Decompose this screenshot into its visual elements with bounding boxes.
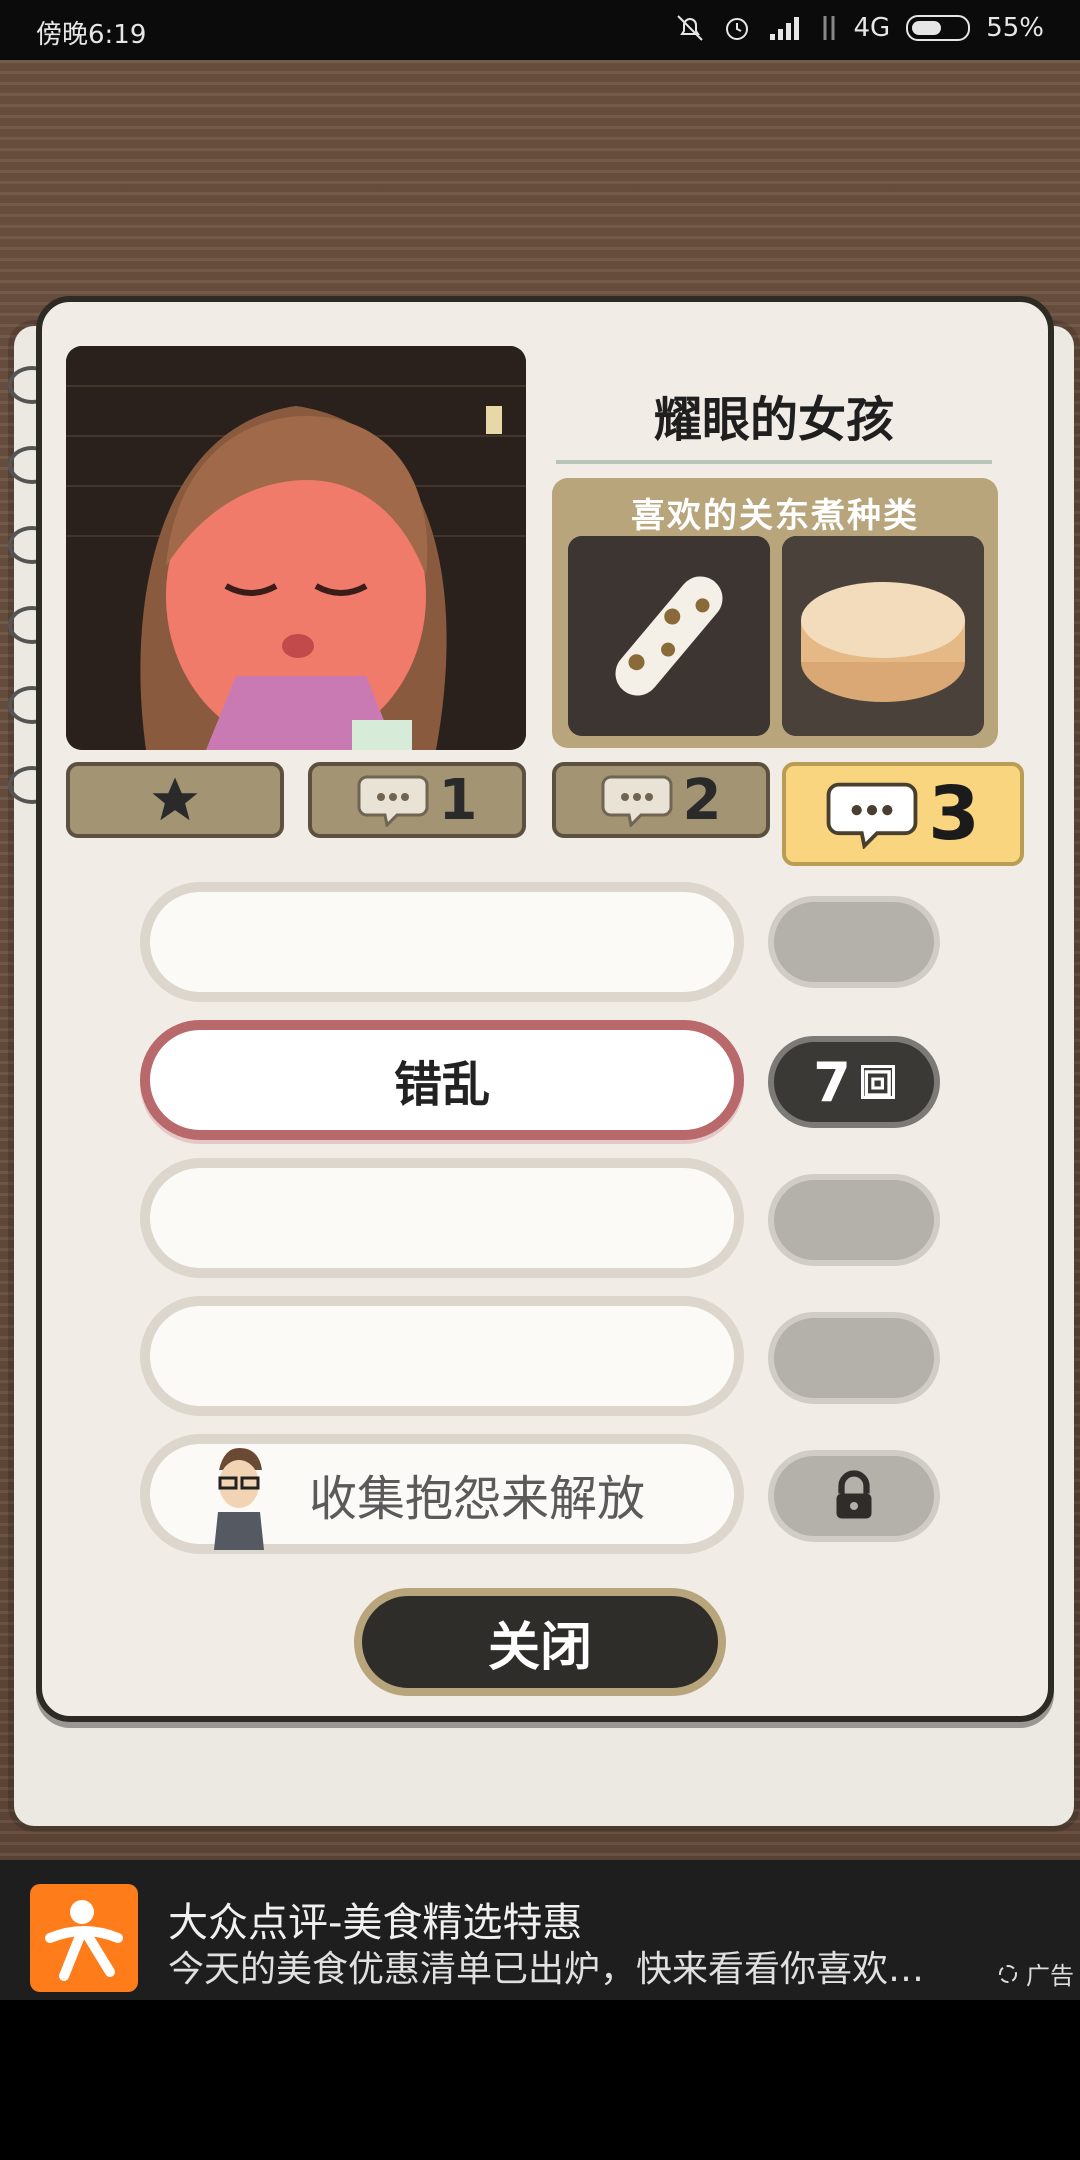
complaint-label bbox=[150, 892, 734, 992]
signal-icon bbox=[769, 17, 799, 40]
character-name: 耀眼的女孩 bbox=[653, 392, 894, 448]
speech-bubble-icon bbox=[826, 782, 918, 849]
complaint-count-number: 7 bbox=[813, 1050, 851, 1114]
favorite-oden-title: 喜欢的关东煮种类 bbox=[631, 496, 919, 536]
tab-complaint-3[interactable]: 3 bbox=[782, 762, 1024, 866]
lock-icon bbox=[836, 1470, 872, 1519]
complaint-slot-selected[interactable]: 错乱 bbox=[140, 1020, 744, 1140]
oden-item-daikon bbox=[782, 536, 984, 736]
complaint-count-empty bbox=[768, 1312, 940, 1404]
complaint-slot-empty[interactable] bbox=[140, 882, 744, 1002]
tab-label: 3 bbox=[928, 771, 980, 857]
favorite-oden-panel: 喜欢的关东煮种类 bbox=[552, 478, 998, 748]
complaint-slot-empty[interactable] bbox=[140, 1296, 744, 1416]
battery-percent: 55% bbox=[986, 13, 1044, 43]
ad-label: 广告 bbox=[1026, 1962, 1074, 1990]
character-name-block: 耀眼的女孩 bbox=[556, 380, 992, 464]
tab-complaint-1[interactable]: 1 bbox=[308, 762, 526, 838]
mute-icon bbox=[676, 15, 703, 41]
tab-label: 1 bbox=[438, 767, 478, 833]
star-icon bbox=[152, 777, 198, 821]
network-type: 4G bbox=[853, 13, 891, 43]
complaint-count: 7 回 bbox=[768, 1036, 940, 1128]
dianping-logo bbox=[30, 1884, 138, 1992]
ad-spinner-icon bbox=[999, 1964, 1017, 1983]
alarm-icon bbox=[725, 18, 748, 40]
complaint-slot-empty[interactable] bbox=[140, 1158, 744, 1278]
complaint-label bbox=[150, 1306, 734, 1406]
ad-banner[interactable]: 大众点评-美食精选特惠 今天的美食优惠清单已出炉，快来看看你喜欢… 广告 bbox=[0, 1860, 1080, 2000]
complaint-slot-locked[interactable]: 收集抱怨来解放 bbox=[140, 1434, 744, 1554]
complaint-label: 错乱 bbox=[393, 1057, 490, 1113]
speech-bubble-icon bbox=[601, 775, 673, 827]
character-portrait bbox=[66, 346, 526, 750]
tab-favorite[interactable] bbox=[66, 762, 284, 838]
ad-subtitle: 今天的美食优惠清单已出炉，快来看看你喜欢… bbox=[168, 1949, 925, 1990]
oden-item-fishcake-stick bbox=[568, 536, 770, 736]
status-bar: 傍晚6:19 4G 55% bbox=[0, 0, 1080, 60]
status-time: 傍晚6:19 bbox=[36, 20, 147, 50]
locked-count bbox=[768, 1450, 940, 1542]
data-arrows-icon bbox=[823, 16, 834, 40]
name-underline bbox=[556, 460, 992, 464]
speech-bubble-icon bbox=[357, 775, 429, 827]
close-button[interactable]: 关闭 bbox=[354, 1588, 726, 1696]
battery-icon bbox=[906, 15, 971, 41]
status-icons: 4G 55% bbox=[674, 12, 1044, 44]
complaint-count-empty bbox=[768, 896, 940, 988]
ad-tag: 广告 bbox=[996, 1956, 1074, 1991]
tab-label: 2 bbox=[682, 767, 722, 833]
unlock-hint: 收集抱怨来解放 bbox=[308, 1471, 645, 1527]
tab-complaint-2[interactable]: 2 bbox=[552, 762, 770, 838]
complaint-count-unit: 回 bbox=[860, 1065, 895, 1103]
complaint-label bbox=[150, 1168, 734, 1268]
complaint-count-empty bbox=[768, 1174, 940, 1266]
